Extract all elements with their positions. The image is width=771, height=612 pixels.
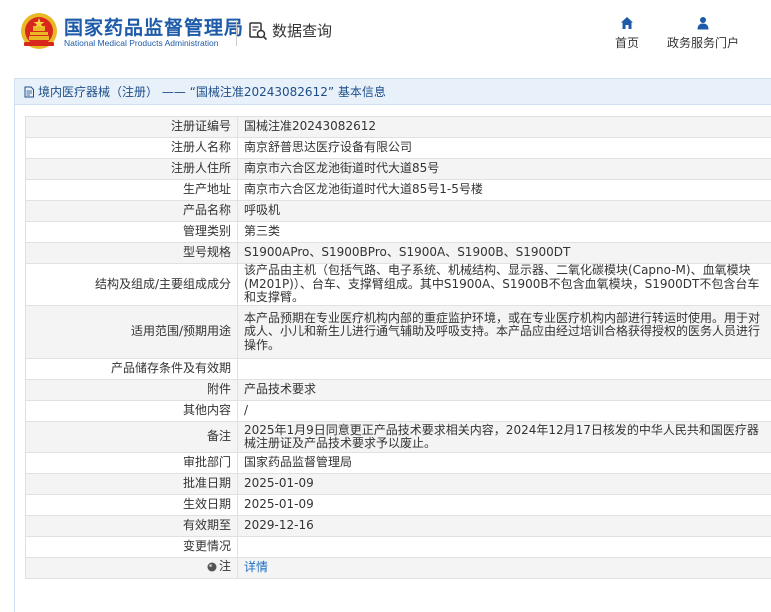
field-label: 有效期至	[25, 515, 238, 537]
data-query-label: 数据查询	[272, 22, 333, 40]
home-icon	[621, 17, 633, 29]
field-label: 变更情况	[25, 536, 238, 558]
field-label: 管理类别	[25, 221, 238, 243]
table-row-note: 注详情	[25, 557, 771, 579]
field-value: 国械注准20243082612	[237, 116, 771, 138]
field-value	[237, 358, 771, 380]
field-label: 备注	[25, 421, 238, 453]
field-label: 附件	[25, 379, 238, 401]
field-label: 生产地址	[25, 179, 238, 201]
document-icon	[24, 86, 34, 97]
table-row: 注册人住所 南京市六合区龙池街道时代大道85号	[25, 158, 771, 180]
national-emblem-logo	[21, 13, 57, 49]
registration-info-table: 注册证编号 国械注准20243082612 注册人名称 南京舒普思达医疗设备有限公司注…	[25, 116, 771, 579]
note-icon	[207, 562, 217, 572]
field-value: 南京舒普思达医疗设备有限公司	[237, 137, 771, 159]
search-document-icon	[249, 21, 268, 40]
field-value: 南京市六合区龙池街道时代大道85号	[237, 158, 771, 180]
table-row: 批准日期 2025-01-09	[25, 473, 771, 495]
details-link[interactable]: 详情	[244, 560, 268, 575]
field-label: 审批部门	[25, 452, 238, 474]
table-row: 审批部门 国家药品监督管理局	[25, 452, 771, 474]
field-label: 生效日期	[25, 494, 238, 516]
table-row: 型号规格 S1900APro、S1900BPro、S1900A、S1900B、S1…	[25, 242, 771, 264]
field-label: 结构及组成/主要组成成分	[25, 263, 238, 306]
table-row: 结构及组成/主要组成成分 该产品由主机（包括气路、电子系统、机械结构、显示器、二氧…	[25, 263, 771, 306]
nav-service-portal[interactable]: 政务服务门户	[665, 16, 741, 51]
field-label: 适用范围/预期用途	[25, 305, 238, 359]
field-value: 2029-12-16	[237, 515, 771, 537]
brand-name-cn: 国家药品监督管理局	[64, 17, 245, 39]
table-row: 备注 2025年1月9日同意更正产品技术要求相关内容，2024年12月17日核发的…	[25, 421, 771, 453]
field-value	[237, 536, 771, 558]
field-label: 型号规格	[25, 242, 238, 264]
table-row: 注册证编号 国械注准20243082612	[25, 116, 771, 138]
nav-home[interactable]: 首页	[612, 16, 642, 51]
data-query-section[interactable]: 数据查询	[248, 20, 332, 41]
panel-title-bar: 境内医疗器械（注册） —— “国械注准20243082612” 基本信息	[15, 79, 771, 105]
note-label: 注	[218, 559, 231, 574]
field-value: 2025-01-09	[237, 494, 771, 516]
nav-service-label: 政务服务门户	[666, 36, 739, 50]
user-icon	[697, 17, 709, 30]
field-label: 产品储存条件及有效期	[25, 358, 238, 380]
field-value: 本产品预期在专业医疗机构内部的重症监护环境，或在专业医疗机构内部进行转运时使用。…	[237, 305, 771, 359]
field-label: 产品名称	[25, 200, 238, 222]
field-value: 2025年1月9日同意更正产品技术要求相关内容，2024年12月17日核发的中华…	[237, 421, 771, 453]
field-label: 其他内容	[25, 400, 238, 422]
field-value: 该产品由主机（包括气路、电子系统、机械结构、显示器、二氧化碳模块(Capno-M…	[237, 263, 771, 306]
field-value: 呼吸机	[237, 200, 771, 222]
field-label: 注册人名称	[25, 137, 238, 159]
table-row: 生效日期 2025-01-09	[25, 494, 771, 516]
table-row: 生产地址 南京市六合区龙池街道时代大道85号1-5号楼	[25, 179, 771, 201]
table-row: 有效期至 2029-12-16	[25, 515, 771, 537]
note-value-cell: 详情	[237, 557, 771, 579]
table-row: 附件 产品技术要求	[25, 379, 771, 401]
table-row: 产品名称 呼吸机	[25, 200, 771, 222]
panel-title: 境内医疗器械（注册） —— “国械注准20243082612” 基本信息	[38, 85, 386, 99]
table-row: 变更情况	[25, 536, 771, 558]
field-label: 注册人住所	[25, 158, 238, 180]
field-value: 产品技术要求	[237, 379, 771, 401]
field-value: 南京市六合区龙池街道时代大道85号1-5号楼	[237, 179, 771, 201]
field-label: 批准日期	[25, 473, 238, 495]
header-divider	[236, 20, 237, 46]
field-value: 国家药品监督管理局	[237, 452, 771, 474]
note-label-cell: 注	[25, 557, 238, 579]
table-row: 注册人名称 南京舒普思达医疗设备有限公司	[25, 137, 771, 159]
table-row: 其他内容 /	[25, 400, 771, 422]
table-row: 适用范围/预期用途 本产品预期在专业医疗机构内部的重症监护环境，或在专业医疗机构内…	[25, 305, 771, 359]
nav-home-label: 首页	[614, 36, 639, 50]
table-row: 产品储存条件及有效期	[25, 358, 771, 380]
field-value: 2025-01-09	[237, 473, 771, 495]
table-row: 管理类别 第三类	[25, 221, 771, 243]
info-panel: 境内医疗器械（注册） —— “国械注准20243082612” 基本信息 注册证…	[14, 78, 771, 612]
field-value: /	[237, 400, 771, 422]
brand-name-en: National Medical Products Administration	[64, 38, 219, 48]
field-value: S1900APro、S1900BPro、S1900A、S1900B、S1900D…	[237, 242, 771, 264]
field-value: 第三类	[237, 221, 771, 243]
field-label: 注册证编号	[25, 116, 238, 138]
site-header: 国家药品监督管理局 National Medical Products Admi…	[0, 0, 771, 66]
